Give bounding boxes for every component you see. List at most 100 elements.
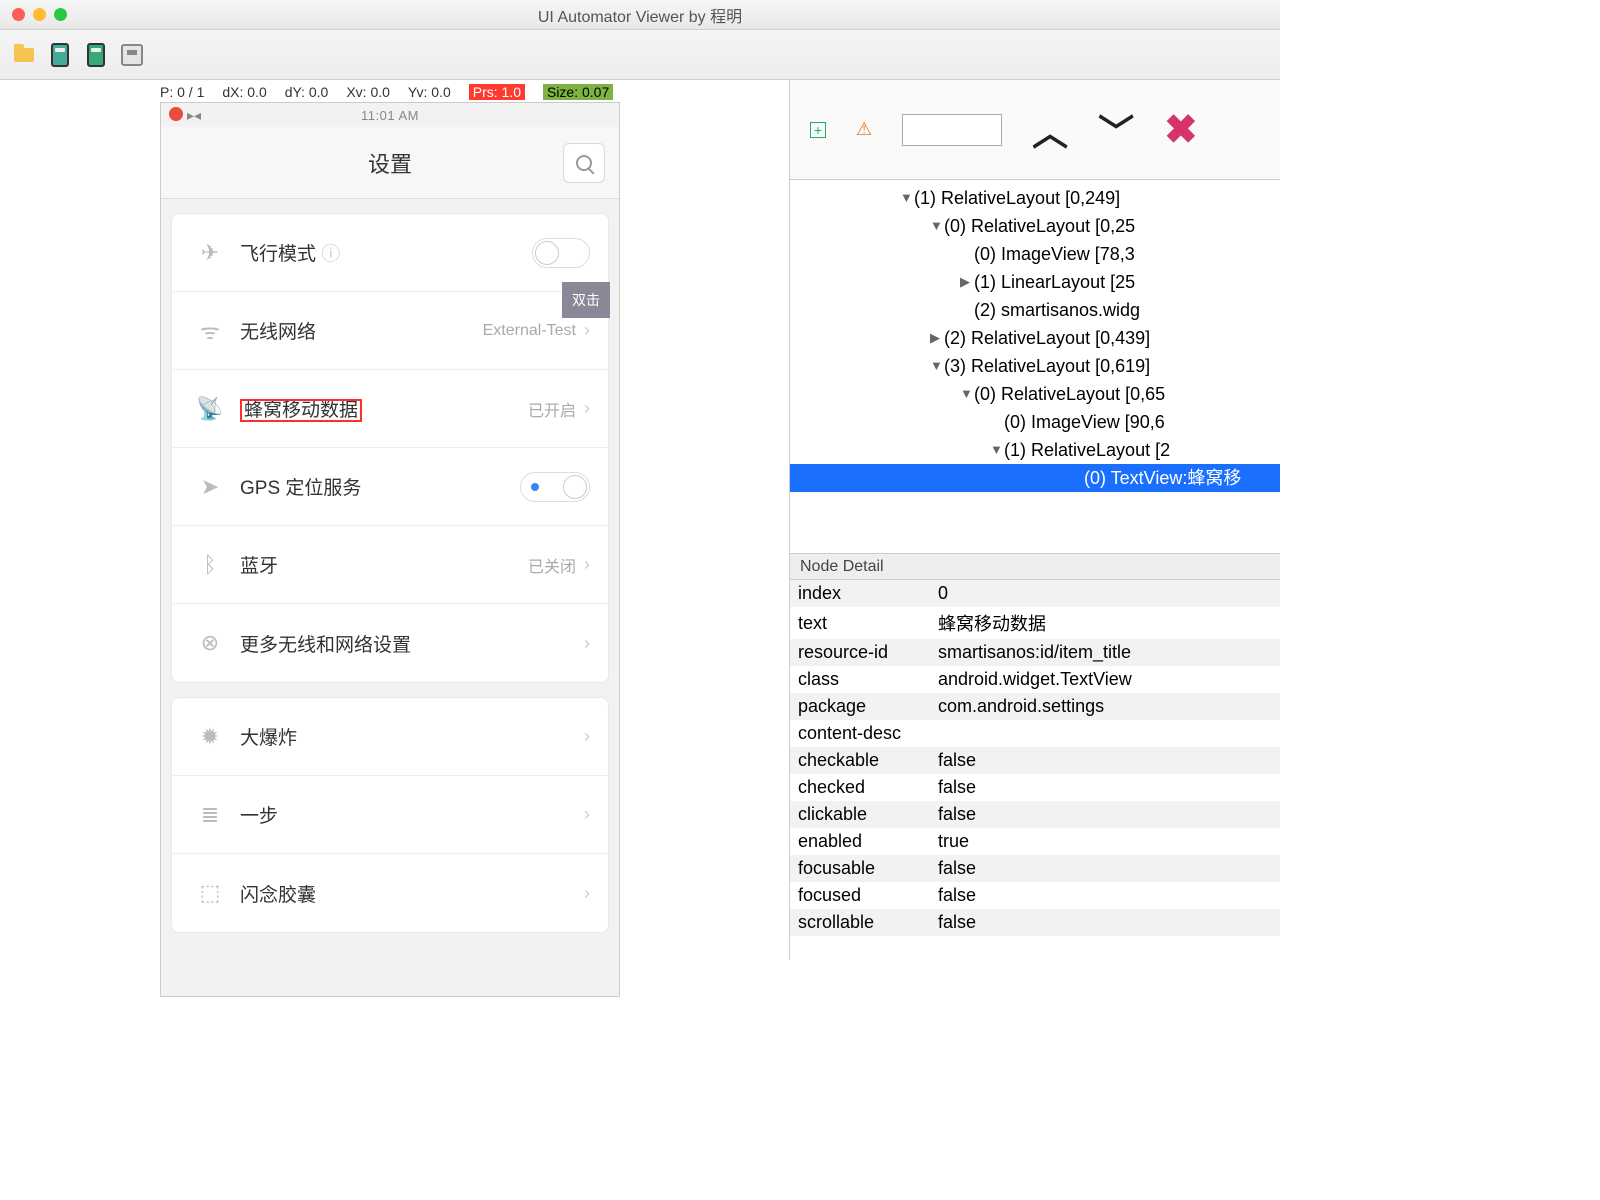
tree-toolbar: ⚠ ︿ ﹀ ✖: [790, 80, 1280, 180]
toggle-switch[interactable]: [520, 472, 590, 502]
settings-row[interactable]: ᯤ无线网络External-Test›双击: [172, 292, 608, 370]
device-screenshot[interactable]: ▸◂ 11:01 AM 设置 ✈飞行模式 ⓘᯤ无线网络External-Test…: [160, 102, 620, 997]
detail-value: smartisanos:id/item_title: [930, 639, 1280, 666]
tree-node[interactable]: ▼(3) RelativeLayout [0,619]: [790, 352, 1280, 380]
tree-node-label: (0) RelativeLayout [0,25: [944, 212, 1135, 240]
tree-node[interactable]: ▼(0) RelativeLayout [0,25: [790, 212, 1280, 240]
node-detail-header: Node Detail: [790, 554, 1280, 580]
coord-prs: Prs: 1.0: [469, 84, 525, 100]
tree-node-label: (0) TextView:蜂窝移: [1084, 464, 1241, 492]
tree-node[interactable]: (0) ImageView [78,3: [790, 240, 1280, 268]
row-icon: ✹: [190, 724, 230, 750]
row-label: 大爆炸: [240, 723, 584, 750]
hierarchy-tree[interactable]: ▼(1) RelativeLayout [0,249]▼(0) Relative…: [790, 180, 1280, 554]
device-icon: [51, 43, 69, 67]
settings-row[interactable]: ✈飞行模式 ⓘ: [172, 214, 608, 292]
row-value: 已关闭: [528, 553, 576, 577]
detail-row: focusablefalse: [790, 855, 1280, 882]
detail-key: enabled: [790, 828, 930, 855]
detail-row: resource-idsmartisanos:id/item_title: [790, 639, 1280, 666]
row-label: GPS 定位服务: [240, 473, 520, 500]
detail-row: clickablefalse: [790, 801, 1280, 828]
tree-node[interactable]: ▼(0) RelativeLayout [0,65: [790, 380, 1280, 408]
detail-value: false: [930, 747, 1280, 774]
tree-node[interactable]: (2) smartisanos.widg: [790, 296, 1280, 324]
settings-row[interactable]: ᛒ蓝牙已关闭›: [172, 526, 608, 604]
settings-row[interactable]: ≣一步›: [172, 776, 608, 854]
row-icon: ᯤ: [190, 316, 230, 346]
coord-xv: Xv: 0.0: [346, 84, 390, 100]
dump-compressed-button[interactable]: [80, 41, 112, 69]
chevron-right-icon: ›: [584, 398, 590, 419]
search-input[interactable]: [902, 114, 1002, 146]
detail-value: false: [930, 855, 1280, 882]
tree-node[interactable]: ▶(2) RelativeLayout [0,439]: [790, 324, 1280, 352]
detail-value: [930, 720, 1280, 747]
expand-all-button[interactable]: [810, 122, 826, 138]
tree-node[interactable]: (0) TextView:蜂窝移: [790, 464, 1280, 492]
detail-key: checkable: [790, 747, 930, 774]
tree-node-label: (1) RelativeLayout [2: [1004, 436, 1170, 464]
detail-row: classandroid.widget.TextView: [790, 666, 1280, 693]
detail-value: 0: [930, 580, 1280, 607]
notification-dot-icon: [169, 107, 183, 121]
tree-node-label: (3) RelativeLayout [0,619]: [944, 352, 1150, 380]
signal-icon: ▸◂: [187, 107, 201, 124]
row-label: 无线网络: [240, 317, 483, 344]
tree-node[interactable]: ▼(1) RelativeLayout [0,249]: [790, 184, 1280, 212]
coord-yv: Yv: 0.0: [408, 84, 451, 100]
tree-arrow-icon: ▼: [990, 436, 1004, 464]
settings-row[interactable]: ➤ GPS 定位服务: [172, 448, 608, 526]
toggle-switch[interactable]: [532, 238, 590, 268]
warning-icon[interactable]: ⚠: [856, 119, 872, 140]
detail-value: com.android.settings: [930, 693, 1280, 720]
tree-arrow-icon: ▶: [960, 268, 974, 296]
tree-node[interactable]: (0) ImageView [90,6: [790, 408, 1280, 436]
save-icon: [121, 44, 143, 66]
tree-arrow-icon: ▼: [900, 184, 914, 212]
status-bar: ▸◂ 11:01 AM: [161, 103, 619, 127]
detail-row: checkablefalse: [790, 747, 1280, 774]
next-match-button[interactable]: ﹀: [1098, 104, 1134, 156]
row-icon: 📡: [190, 396, 230, 422]
chevron-right-icon: ›: [584, 804, 590, 825]
detail-value: android.widget.TextView: [930, 666, 1280, 693]
window-titlebar: UI Automator Viewer by 程明: [0, 0, 1280, 30]
settings-row[interactable]: ⊗更多无线和网络设置›: [172, 604, 608, 682]
detail-value: false: [930, 801, 1280, 828]
chevron-right-icon: ›: [584, 633, 590, 654]
detail-value: true: [930, 828, 1280, 855]
tree-node-label: (2) RelativeLayout [0,439]: [944, 324, 1150, 352]
detail-key: resource-id: [790, 639, 930, 666]
detail-value: false: [930, 882, 1280, 909]
settings-row[interactable]: 📡蜂窝移动数据已开启›: [172, 370, 608, 448]
detail-key: content-desc: [790, 720, 930, 747]
settings-row[interactable]: ⬚闪念胶囊›: [172, 854, 608, 932]
detail-row: checkedfalse: [790, 774, 1280, 801]
open-file-button[interactable]: [8, 41, 40, 69]
search-button[interactable]: [563, 143, 605, 183]
row-icon: ➤: [190, 474, 230, 500]
detail-row: focusedfalse: [790, 882, 1280, 909]
detail-key: class: [790, 666, 930, 693]
settings-row[interactable]: ✹ 大爆炸›: [172, 698, 608, 776]
chevron-right-icon: ›: [584, 726, 590, 747]
dump-screenshot-button[interactable]: [44, 41, 76, 69]
prev-match-button[interactable]: ︿: [1032, 104, 1068, 156]
detail-key: focused: [790, 882, 930, 909]
save-button[interactable]: [116, 41, 148, 69]
row-label: 蜂窝移动数据: [240, 395, 528, 422]
chevron-right-icon: ›: [584, 320, 590, 341]
tree-node-label: (2) smartisanos.widg: [974, 296, 1140, 324]
tree-node[interactable]: ▶(1) LinearLayout [25: [790, 268, 1280, 296]
clear-search-button[interactable]: ✖: [1164, 107, 1198, 153]
detail-key: text: [790, 607, 930, 639]
toolbar: [0, 30, 1280, 80]
detail-key: index: [790, 580, 930, 607]
row-label: 更多无线和网络设置: [240, 630, 584, 657]
detail-row: content-desc: [790, 720, 1280, 747]
tree-node-label: (0) ImageView [90,6: [1004, 408, 1165, 436]
tree-node[interactable]: ▼(1) RelativeLayout [2: [790, 436, 1280, 464]
row-label: 闪念胶囊: [240, 880, 584, 907]
detail-key: package: [790, 693, 930, 720]
